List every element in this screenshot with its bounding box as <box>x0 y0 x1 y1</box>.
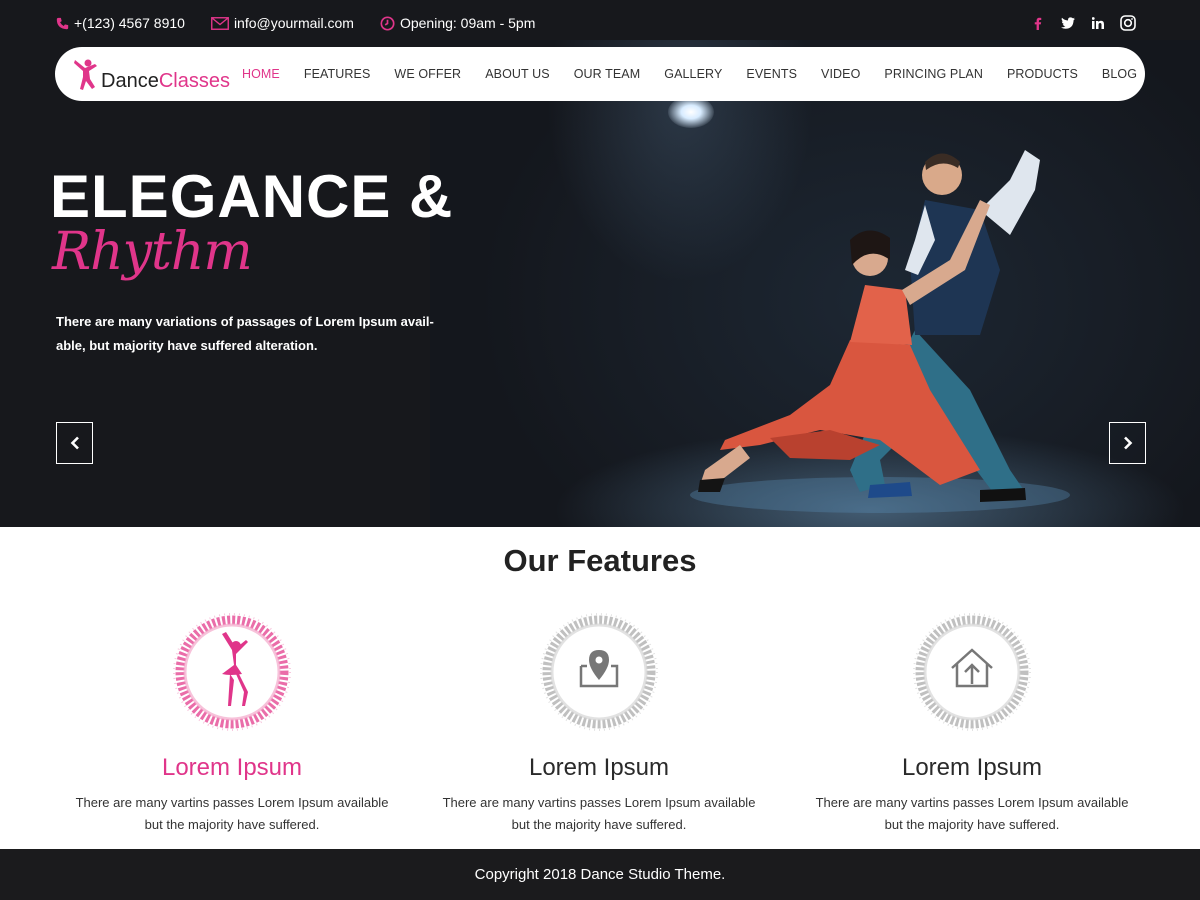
slider-prev-button[interactable] <box>56 422 93 464</box>
phone-info[interactable]: +(123) 4567 8910 <box>56 15 185 31</box>
feature-card-2: Lorem Ipsum There are many vartins passe… <box>413 610 785 836</box>
hero-script-title: Rhythm <box>52 222 253 282</box>
social-links <box>1030 15 1136 31</box>
mail-icon <box>210 16 229 30</box>
clock-icon <box>380 15 395 31</box>
features-heading-bold: Features <box>567 543 697 578</box>
feature-card-1: Lorem Ipsum There are many vartins passe… <box>46 610 418 836</box>
facebook-icon[interactable] <box>1030 15 1046 31</box>
feature-title: Lorem Ipsum <box>161 754 303 781</box>
dancing-couple-image <box>690 150 1070 513</box>
feature-description: There are many vartins passes Lorem Ipsu… <box>815 795 1129 832</box>
location-pin-icon <box>579 650 619 688</box>
instagram-icon[interactable] <box>1120 15 1136 31</box>
hero-description: There are many variations of passages of… <box>56 314 434 353</box>
feature-icon-circle <box>539 610 659 734</box>
hero-slider: +(123) 4567 8910 info@yourmail.com Openi… <box>0 0 1200 527</box>
twitter-icon[interactable] <box>1060 15 1076 31</box>
nav-item-products[interactable]: PRODUCTS <box>995 67 1090 81</box>
copyright-text: Copyright 2018 Dance Studio Theme. <box>474 866 726 883</box>
main-navbar: DanceClasses HOME FEATURES WE OFFER ABOU… <box>55 47 1145 101</box>
phone-icon <box>56 17 69 29</box>
feature-icon-circle <box>912 610 1032 734</box>
hero-title: ELEGANCE & <box>50 163 454 230</box>
nav-item-we-offer[interactable]: WE OFFER <box>382 67 473 81</box>
site-logo[interactable]: DanceClasses <box>73 57 230 91</box>
feature-title: Lorem Ipsum <box>901 754 1043 781</box>
feature-title: Lorem Ipsum <box>528 754 670 781</box>
logo-text: DanceClasses <box>101 71 230 91</box>
opening-hours: Opening: 09am - 5pm <box>380 15 535 31</box>
ballerina-icon <box>222 632 248 706</box>
site-footer: Copyright 2018 Dance Studio Theme. <box>0 849 1200 900</box>
nav-item-events[interactable]: EVENTS <box>734 67 809 81</box>
nav-item-blog[interactable]: BLOG <box>1090 67 1149 81</box>
chevron-left-icon <box>70 436 79 450</box>
dancer-logo-icon <box>74 59 97 90</box>
linkedin-icon[interactable] <box>1090 15 1106 31</box>
slider-next-button[interactable] <box>1109 422 1146 464</box>
email-info[interactable]: info@yourmail.com <box>210 15 354 31</box>
nav-item-pricing-plan[interactable]: PRINCING PLAN <box>872 67 995 81</box>
nav-item-about-us[interactable]: ABOUT US <box>473 67 561 81</box>
nav-item-home[interactable]: HOME <box>230 67 292 81</box>
nav-item-video[interactable]: VIDEO <box>809 67 872 81</box>
nav-item-features[interactable]: FEATURES <box>292 67 383 81</box>
feature-description: There are many vartins passes Lorem Ipsu… <box>442 795 756 832</box>
hours-text: Opening: 09am - 5pm <box>399 15 536 31</box>
feature-description: There are many vartins passes Lorem Ipsu… <box>75 795 389 832</box>
chevron-right-icon <box>1123 436 1132 450</box>
features-heading-light: Our <box>503 543 559 578</box>
feature-card-3: Lorem Ipsum There are many vartins passe… <box>786 610 1158 836</box>
top-info-bar: +(123) 4567 8910 info@yourmail.com Openi… <box>56 12 1146 34</box>
nav-item-gallery[interactable]: GALLERY <box>652 67 734 81</box>
logo-text-classes: Classes <box>158 70 230 92</box>
email-address: info@yourmail.com <box>233 15 354 31</box>
home-upload-icon <box>951 648 993 688</box>
phone-number: +(123) 4567 8910 <box>74 15 185 31</box>
nav-menu: HOME FEATURES WE OFFER ABOUT US OUR TEAM… <box>230 67 1149 81</box>
features-heading: Our Features <box>0 543 1200 579</box>
nav-item-our-team[interactable]: OUR TEAM <box>562 67 653 81</box>
logo-text-dance: Dance <box>101 70 159 92</box>
feature-icon-circle <box>172 610 292 734</box>
